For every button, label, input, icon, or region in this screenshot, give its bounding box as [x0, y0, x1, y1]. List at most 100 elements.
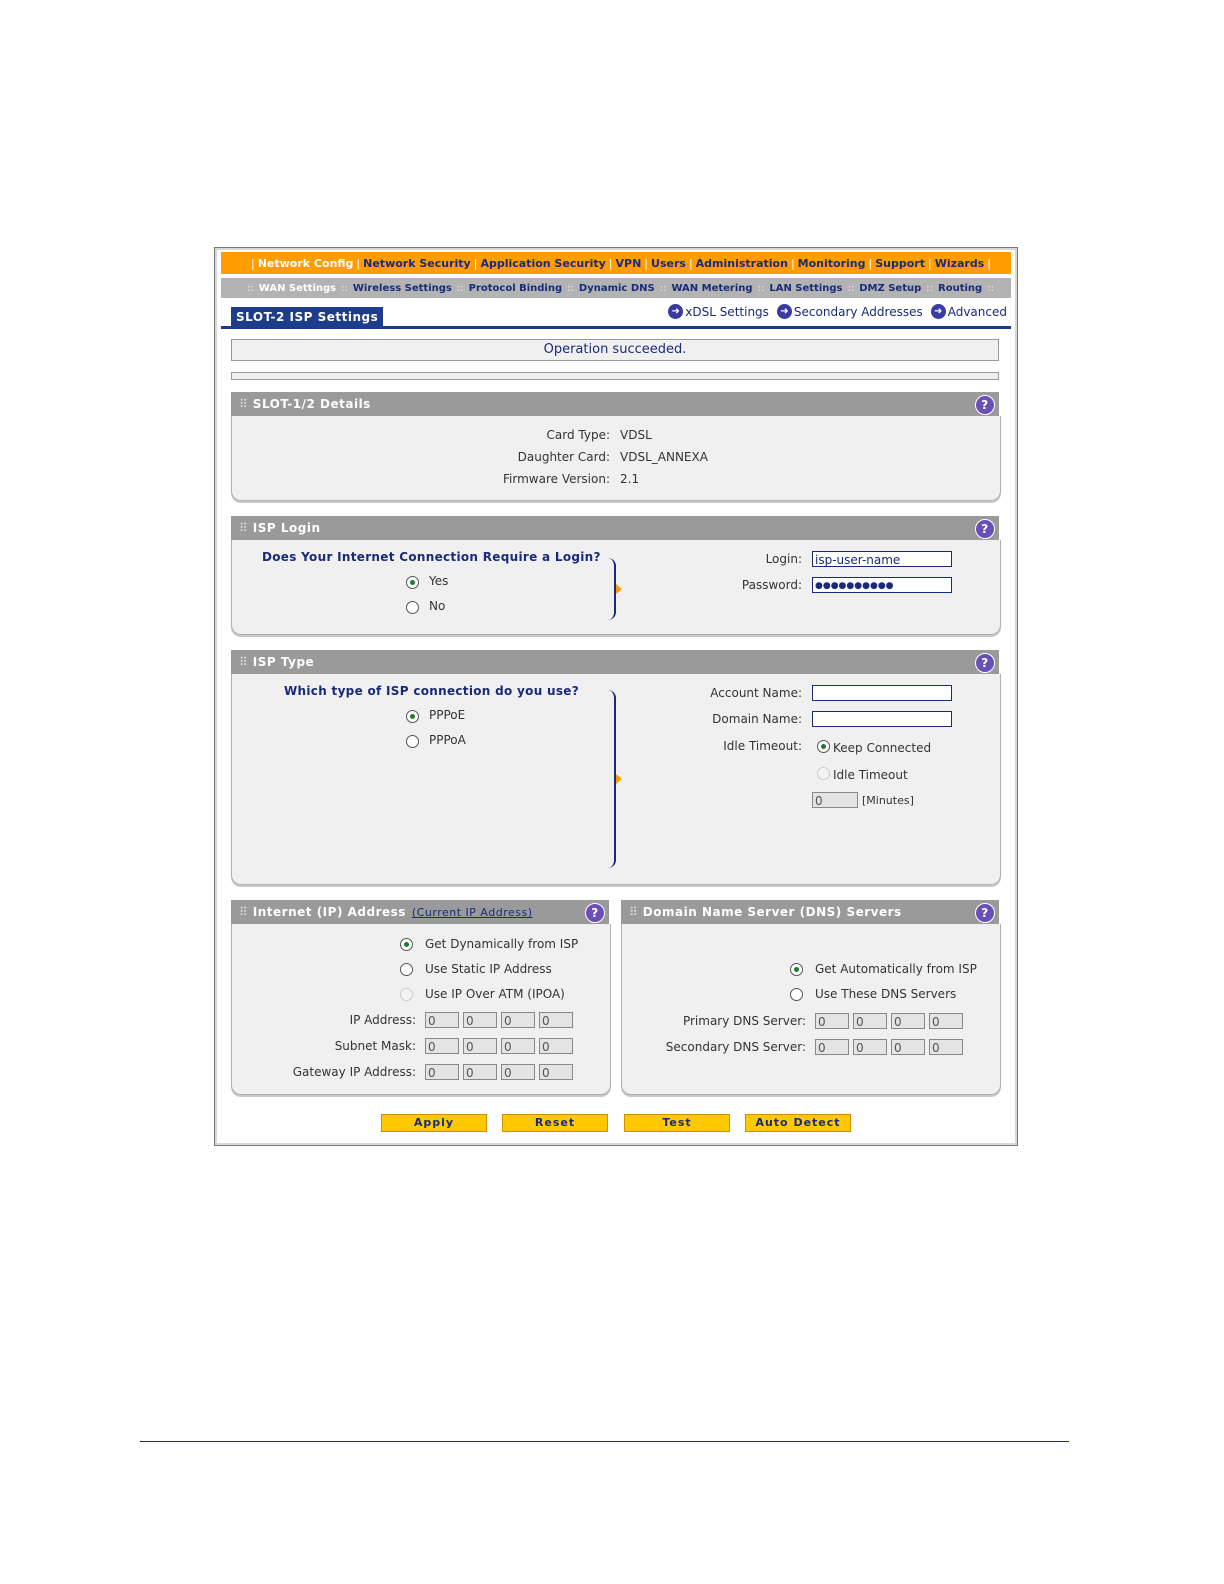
subnav-dynamic-dns[interactable]: Dynamic DNS: [579, 283, 655, 294]
section-title-dns: Domain Name Server (DNS) Servers: [642, 905, 902, 919]
nav-monitoring[interactable]: Monitoring: [798, 257, 866, 270]
section-body-isp-type: Which type of ISP connection do you use?…: [231, 674, 1001, 885]
ip-static-radio[interactable]: [400, 963, 413, 976]
link-advanced[interactable]: ➜ Advanced: [930, 304, 1007, 319]
ip-dynamic-radio[interactable]: [400, 938, 413, 951]
tab-slot2-isp-settings[interactable]: SLOT-2 ISP Settings: [231, 307, 384, 326]
password-input[interactable]: ●●●●●●●●●●: [812, 577, 952, 593]
secondary-dns-octet-2[interactable]: 0: [853, 1039, 887, 1055]
idle-timeout-label: Idle Timeout:: [723, 739, 802, 753]
secondary-dns-label: Secondary DNS Server:: [665, 1040, 806, 1054]
ip-octet-4[interactable]: 0: [539, 1012, 573, 1028]
primary-dns-octet-1[interactable]: 0: [815, 1013, 849, 1029]
nav-administration[interactable]: Administration: [696, 257, 788, 270]
nav-vpn[interactable]: VPN: [616, 257, 642, 270]
mask-octet-4[interactable]: 0: [539, 1038, 573, 1054]
auto-detect-button[interactable]: Auto Detect: [745, 1114, 851, 1132]
primary-nav: | Network Config | Network Security | Appl…: [221, 252, 1011, 274]
reset-button[interactable]: Reset: [502, 1114, 608, 1132]
status-bar-empty: [231, 372, 999, 380]
section-header-isp-type: ⠿ ISP Type ?: [231, 650, 999, 674]
brace-divider: [606, 558, 616, 620]
idle-timeout-radio[interactable]: [817, 767, 830, 780]
ip-octet-2[interactable]: 0: [463, 1012, 497, 1028]
subnav-wan-metering[interactable]: WAN Metering: [671, 283, 752, 294]
card-type-label: Card Type:: [546, 428, 611, 442]
primary-dns-octet-2[interactable]: 0: [853, 1013, 887, 1029]
help-icon[interactable]: ?: [975, 903, 995, 923]
gateway-octet-3[interactable]: 0: [501, 1064, 535, 1080]
section-header-isp-login: ⠿ ISP Login ?: [231, 516, 999, 540]
nav-network-security[interactable]: Network Security: [363, 257, 471, 270]
subnav-routing[interactable]: Routing: [938, 283, 982, 294]
current-ip-address-link[interactable]: (Current IP Address): [412, 906, 533, 919]
dns-manual-radio[interactable]: [790, 988, 803, 1001]
mask-octet-3[interactable]: 0: [501, 1038, 535, 1054]
login-no-radio[interactable]: [406, 601, 419, 614]
nav-wizards[interactable]: Wizards: [935, 257, 985, 270]
pppoe-radio[interactable]: [406, 710, 419, 723]
dns-auto-radio[interactable]: [790, 963, 803, 976]
login-yes-label: Yes: [429, 574, 449, 588]
subnet-mask-label: Subnet Mask:: [334, 1039, 416, 1053]
brace-divider: [606, 690, 616, 868]
primary-dns-octet-4[interactable]: 0: [929, 1013, 963, 1029]
help-icon[interactable]: ?: [975, 519, 995, 539]
daughter-card-value: VDSL_ANNEXA: [620, 450, 708, 464]
subnav-wan-settings[interactable]: WAN Settings: [259, 283, 336, 294]
mask-octet-2[interactable]: 0: [463, 1038, 497, 1054]
nav-support[interactable]: Support: [875, 257, 925, 270]
nav-users[interactable]: Users: [651, 257, 686, 270]
link-xdsl-settings[interactable]: ➜ xDSL Settings: [668, 304, 769, 319]
help-icon[interactable]: ?: [585, 903, 605, 923]
ip-ipoa-label: Use IP Over ATM (IPOA): [425, 987, 565, 1001]
card-type-value: VDSL: [620, 428, 652, 442]
pppoa-radio[interactable]: [406, 735, 419, 748]
minutes-unit: [Minutes]: [862, 794, 914, 807]
status-message: Operation succeeded.: [231, 339, 999, 361]
gateway-octet-1[interactable]: 0: [425, 1064, 459, 1080]
secondary-dns-octet-1[interactable]: 0: [815, 1039, 849, 1055]
idle-minutes-input[interactable]: 0: [812, 792, 858, 808]
apply-button[interactable]: Apply: [381, 1114, 487, 1132]
dns-manual-label: Use These DNS Servers: [815, 987, 957, 1001]
link-xdsl-label: xDSL Settings: [685, 304, 769, 319]
subnav-protocol-binding[interactable]: Protocol Binding: [469, 283, 563, 294]
domain-name-input[interactable]: [812, 711, 952, 727]
help-icon[interactable]: ?: [975, 395, 995, 415]
login-label: Login:: [765, 552, 802, 566]
help-icon[interactable]: ?: [975, 653, 995, 673]
gateway-octet-2[interactable]: 0: [463, 1064, 497, 1080]
nav-network-config[interactable]: Network Config: [258, 257, 354, 270]
ip-octet-1[interactable]: 0: [425, 1012, 459, 1028]
keep-connected-radio[interactable]: [817, 740, 830, 753]
secondary-dns-octet-4[interactable]: 0: [929, 1039, 963, 1055]
ip-octet-3[interactable]: 0: [501, 1012, 535, 1028]
section-title-isp-login: ISP Login: [252, 521, 321, 535]
account-name-input[interactable]: [812, 685, 952, 701]
mask-octet-1[interactable]: 0: [425, 1038, 459, 1054]
gateway-octet-4[interactable]: 0: [539, 1064, 573, 1080]
ip-ipoa-radio[interactable]: [400, 988, 413, 1001]
link-secondary-addresses[interactable]: ➜ Secondary Addresses: [776, 304, 923, 319]
grip-icon: ⠿: [239, 521, 248, 535]
section-body-ip-address: Get Dynamically from ISP Use Static IP A…: [231, 924, 611, 1095]
password-label: Password:: [741, 578, 802, 592]
test-button[interactable]: Test: [624, 1114, 730, 1132]
primary-dns-octet-3[interactable]: 0: [891, 1013, 925, 1029]
pppoe-label: PPPoE: [429, 708, 466, 722]
grip-icon: ⠿: [629, 905, 638, 919]
pppoa-label: PPPoA: [429, 733, 466, 747]
subnav-dmz-setup[interactable]: DMZ Setup: [859, 283, 921, 294]
section-body-isp-login: Does Your Internet Connection Require a …: [231, 540, 1001, 635]
section-header-dns: ⠿ Domain Name Server (DNS) Servers ?: [621, 900, 999, 924]
section-body-dns: Get Automatically from ISP Use These DNS…: [621, 924, 1001, 1095]
nav-application-security[interactable]: Application Security: [480, 257, 605, 270]
subnav-lan-settings[interactable]: LAN Settings: [769, 283, 842, 294]
brace-arrow-icon: [616, 584, 622, 594]
login-input[interactable]: isp-user-name: [812, 551, 952, 567]
login-yes-radio[interactable]: [406, 576, 419, 589]
secondary-dns-octet-3[interactable]: 0: [891, 1039, 925, 1055]
account-name-label: Account Name:: [710, 686, 802, 700]
subnav-wireless-settings[interactable]: Wireless Settings: [353, 283, 452, 294]
